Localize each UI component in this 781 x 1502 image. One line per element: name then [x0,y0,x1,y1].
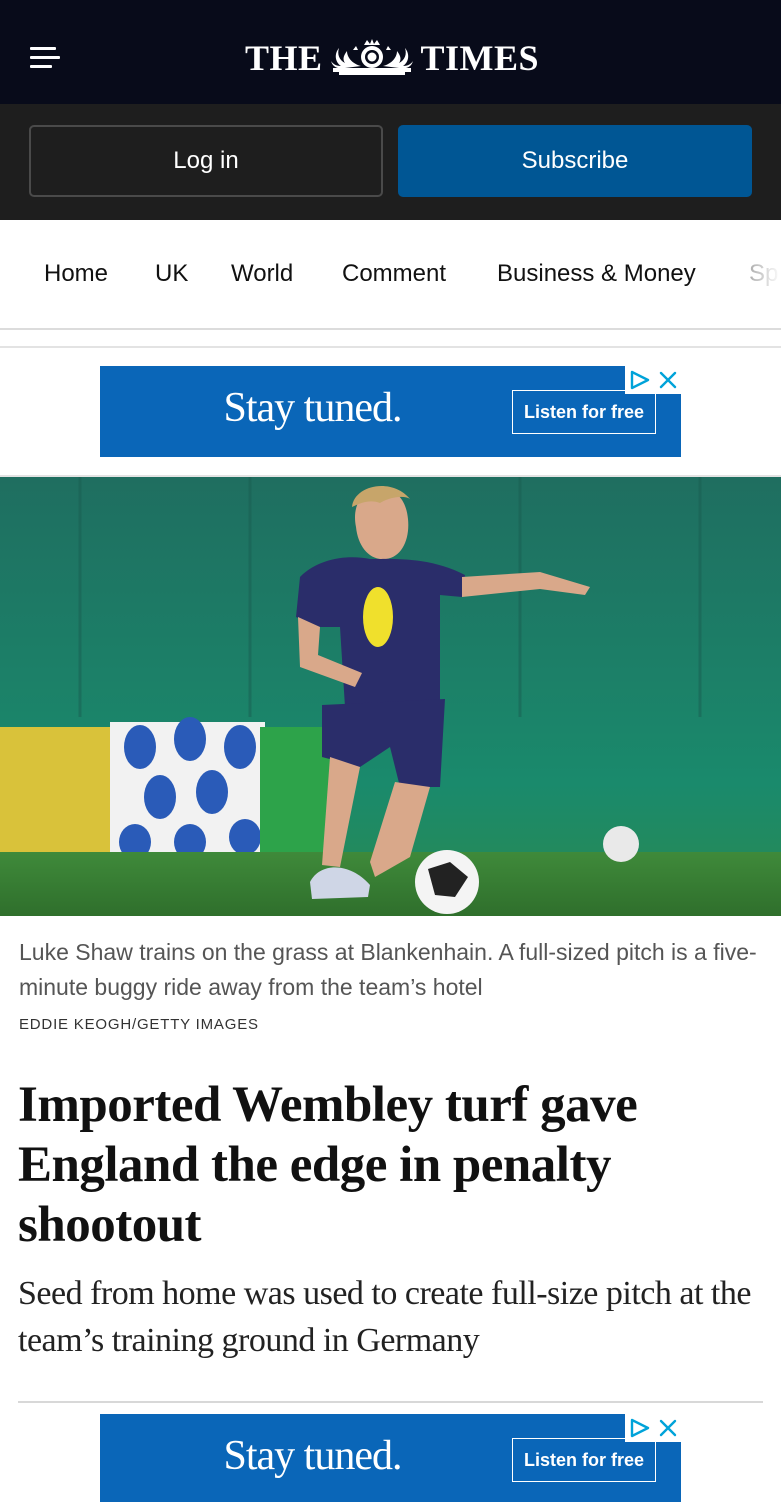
masthead-the: THE [245,38,323,78]
divider [18,1401,763,1403]
masthead-bar: THE TIMES [0,0,781,104]
close-icon[interactable] [658,370,678,390]
section-nav: Home UK World Comment Business & Money S… [0,220,781,330]
image-credit: EDDIE KEOGH/GETTY IMAGES [19,1016,259,1033]
divider [0,346,781,348]
article-standfirst: Seed from home was used to create full-s… [18,1275,751,1359]
ad-choices[interactable] [625,366,681,394]
the-times-logo[interactable]: THE TIMES [245,36,539,80]
ad-banner-top[interactable]: Stay tuned. Listen for free [100,366,681,457]
subscribe-button[interactable]: Subscribe [398,125,752,197]
nav-fade [741,220,781,328]
ad-headline: Stay tuned. [223,385,403,431]
adchoices-icon[interactable] [629,370,651,390]
article-hero-image [0,477,781,916]
login-button[interactable]: Log in [29,125,383,197]
ad-listen-button[interactable]: Listen for free [512,390,656,434]
ad-headline: Stay tuned. [223,1433,403,1479]
article-headline: Imported Wembley turf gave England the e… [18,1077,638,1253]
auth-bar: Log in Subscribe [0,104,781,220]
royal-crest-icon [330,39,413,75]
adchoices-icon[interactable] [629,1418,651,1438]
masthead-times: TIMES [420,38,540,78]
nav-item-comment[interactable]: Comment [342,260,446,288]
nav-item-world[interactable]: World [231,260,293,288]
ad-banner-bottom[interactable]: Stay tuned. Listen for free [100,1414,681,1502]
nav-item-business-money[interactable]: Business & Money [497,260,696,288]
nav-item-home[interactable]: Home [44,260,108,288]
image-caption: Luke Shaw trains on the grass at Blanken… [19,939,757,1000]
hamburger-menu-icon[interactable] [30,47,62,71]
ad-listen-button[interactable]: Listen for free [512,1438,656,1482]
close-icon[interactable] [658,1418,678,1438]
ad-choices[interactable] [625,1414,681,1442]
nav-item-uk[interactable]: UK [155,260,188,288]
